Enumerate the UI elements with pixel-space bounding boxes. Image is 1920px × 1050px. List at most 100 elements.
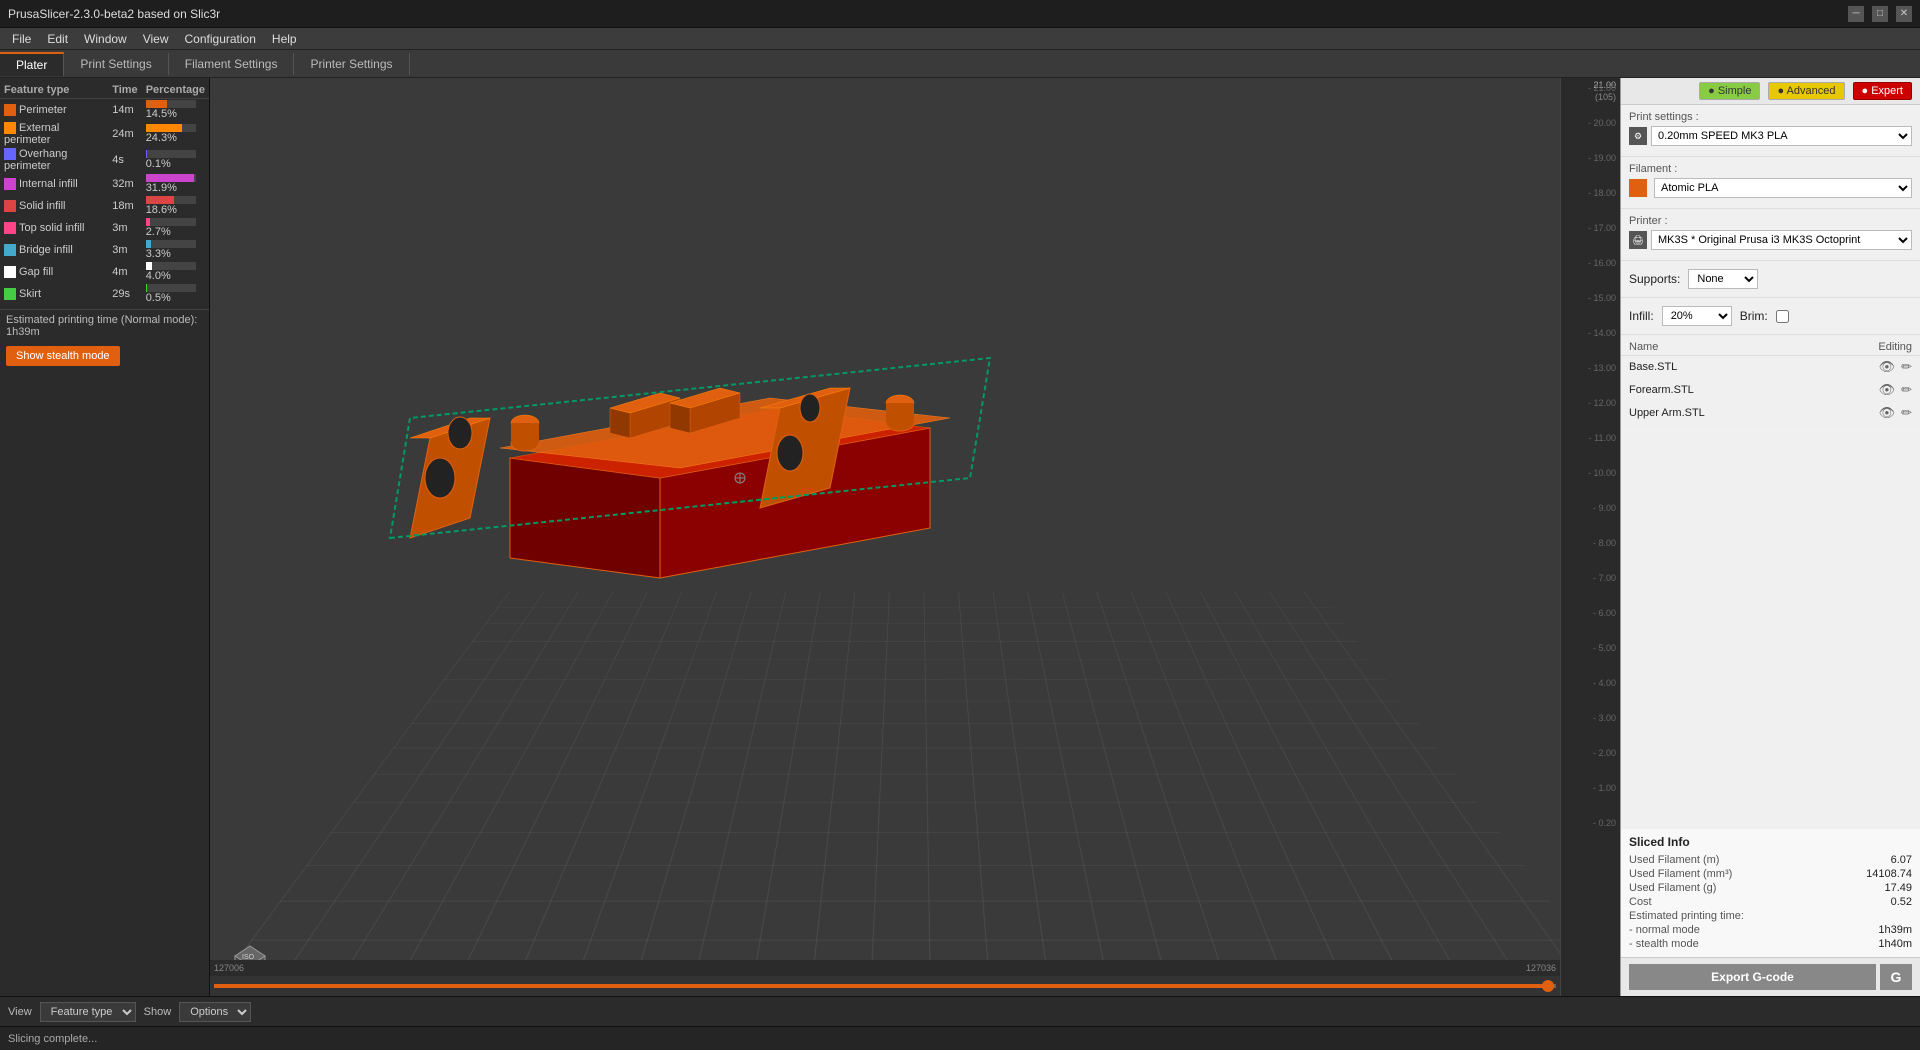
slider-track[interactable] (214, 984, 1556, 988)
tab-printer-settings[interactable]: Printer Settings (294, 53, 409, 75)
tabbar: Plater Print Settings Filament Settings … (0, 50, 1920, 78)
info-value: 1h40m (1878, 938, 1912, 950)
sliced-info-row: - stealth mode 1h40m (1629, 937, 1912, 951)
layer-slider[interactable] (210, 976, 1560, 996)
object-list-item: Upper Arm.STL 👁 ✏ (1621, 402, 1920, 425)
show-select[interactable]: Options (179, 1002, 251, 1022)
menu-edit[interactable]: Edit (39, 30, 76, 48)
supports-select[interactable]: None (1688, 269, 1758, 289)
feature-name-cell: Solid infill (0, 195, 108, 217)
feature-color-swatch (4, 266, 16, 278)
object-edit-button[interactable]: ✏ (1901, 382, 1912, 398)
tab-filament-settings[interactable]: Filament Settings (169, 53, 295, 75)
feature-type-table: Feature type Time Percentage Perimeter 1… (0, 82, 209, 305)
feature-pct-cell: 31.9% (142, 173, 209, 195)
feature-time-cell: 18m (108, 195, 141, 217)
menu-window[interactable]: Window (76, 30, 135, 48)
supports-row: Supports: None (1629, 267, 1912, 291)
feature-name-cell: Internal infill (0, 173, 108, 195)
filament-select[interactable]: Atomic PLA (1654, 178, 1912, 198)
statusbar: Slicing complete... (0, 1026, 1920, 1050)
stealth-mode-button[interactable]: Show stealth mode (6, 346, 120, 366)
feature-time-cell: 32m (108, 173, 141, 195)
info-label: Cost (1629, 896, 1652, 908)
view-select[interactable]: Feature type (40, 1002, 136, 1022)
object-view-button[interactable]: 👁 (1879, 405, 1896, 421)
print-settings-select[interactable]: 0.20mm SPEED MK3 PLA (1651, 126, 1912, 146)
sliced-info-row: - normal mode 1h39m (1629, 923, 1912, 937)
app-title: PrusaSlicer-2.3.0-beta2 based on Slic3r (8, 7, 220, 21)
info-value: 14108.74 (1866, 868, 1912, 880)
info-label: Estimated printing time: (1629, 910, 1744, 922)
info-value: 17.49 (1884, 882, 1912, 894)
feature-row: Perimeter 14m 14.5% (0, 99, 209, 122)
object-list-header: Name Editing (1621, 339, 1920, 356)
feature-bar (146, 262, 196, 270)
menu-file[interactable]: File (4, 30, 39, 48)
feature-pct-cell: 3.3% (142, 239, 209, 261)
feature-row: Top solid infill 3m 2.7% (0, 217, 209, 239)
close-button[interactable]: ✕ (1896, 6, 1912, 22)
object-view-button[interactable]: 👁 (1879, 382, 1896, 398)
feature-color-swatch (4, 178, 16, 190)
infill-select[interactable]: 20% (1662, 306, 1732, 326)
feature-pct-cell: 14.5% (142, 99, 209, 122)
feature-bar (146, 196, 196, 204)
expert-mode-button[interactable]: ● Expert (1853, 82, 1913, 100)
feature-name-cell: Overhang perimeter (0, 147, 108, 173)
feature-bar-fill (146, 218, 150, 226)
tab-plater[interactable]: Plater (0, 52, 64, 76)
object-actions: 👁 ✏ (1879, 405, 1912, 421)
feature-row: Overhang perimeter 4s 0.1% (0, 147, 209, 173)
export-gcode-button[interactable]: Export G-code (1629, 964, 1876, 990)
infill-label: Infill: (1629, 309, 1654, 323)
tab-print-settings[interactable]: Print Settings (64, 53, 168, 75)
feature-color-swatch (4, 148, 16, 160)
brim-label: Brim: (1740, 309, 1768, 323)
gcode-extra-button[interactable]: G (1880, 964, 1912, 990)
feature-name-cell: Skirt (0, 283, 108, 305)
viewport[interactable]: 21.00 (105) (210, 78, 1620, 996)
feature-color-swatch (4, 244, 16, 256)
left-panel: Feature type Time Percentage Perimeter 1… (0, 78, 210, 996)
object-edit-button[interactable]: ✏ (1901, 359, 1912, 375)
menu-configuration[interactable]: Configuration (177, 30, 264, 48)
feature-time-cell: 24m (108, 121, 141, 147)
info-value: 0.52 (1891, 896, 1912, 908)
info-label: - stealth mode (1629, 938, 1699, 950)
sliced-info-title: Sliced Info (1629, 835, 1912, 849)
object-edit-button[interactable]: ✏ (1901, 405, 1912, 421)
brim-checkbox[interactable] (1776, 310, 1789, 323)
feature-bar (146, 100, 196, 108)
feature-row: Gap fill 4m 4.0% (0, 261, 209, 283)
simple-mode-button[interactable]: ● Simple (1699, 82, 1760, 100)
info-label: Used Filament (mm³) (1629, 868, 1732, 880)
print-settings-section: Print settings : ⚙ 0.20mm SPEED MK3 PLA (1621, 105, 1920, 157)
feature-pct-cell: 24.3% (142, 121, 209, 147)
object-view-button[interactable]: 👁 (1879, 359, 1896, 375)
titlebar-controls: ─ □ ✕ (1848, 6, 1912, 22)
menubar: File Edit Window View Configuration Help (0, 28, 1920, 50)
menu-view[interactable]: View (135, 30, 177, 48)
info-label: - normal mode (1629, 924, 1700, 936)
feature-row: Bridge infill 3m 3.3% (0, 239, 209, 261)
titlebar: PrusaSlicer-2.3.0-beta2 based on Slic3r … (0, 0, 1920, 28)
feature-bar-fill (146, 240, 151, 248)
main-area: Feature type Time Percentage Perimeter 1… (0, 78, 1920, 996)
col-feature-type: Feature type (0, 82, 108, 99)
feature-pct-cell: 4.0% (142, 261, 209, 283)
feature-row: External perimeter 24m 24.3% (0, 121, 209, 147)
menu-help[interactable]: Help (264, 30, 305, 48)
filament-section: Filament : Atomic PLA (1621, 157, 1920, 209)
printer-select[interactable]: MK3S * Original Prusa i3 MK3S Octoprint (1651, 230, 1912, 250)
editing-column-header: Editing (1852, 341, 1912, 353)
feature-name-cell: Bridge infill (0, 239, 108, 261)
advanced-mode-button[interactable]: ● Advanced (1768, 82, 1844, 100)
status-text: Slicing complete... (8, 1033, 97, 1045)
printer-row: 🖨 MK3S * Original Prusa i3 MK3S Octoprin… (1629, 230, 1912, 250)
info-value: 1h39m (1878, 924, 1912, 936)
print-settings-icon: ⚙ (1629, 127, 1647, 145)
maximize-button[interactable]: □ (1872, 6, 1888, 22)
minimize-button[interactable]: ─ (1848, 6, 1864, 22)
feature-color-swatch (4, 288, 16, 300)
